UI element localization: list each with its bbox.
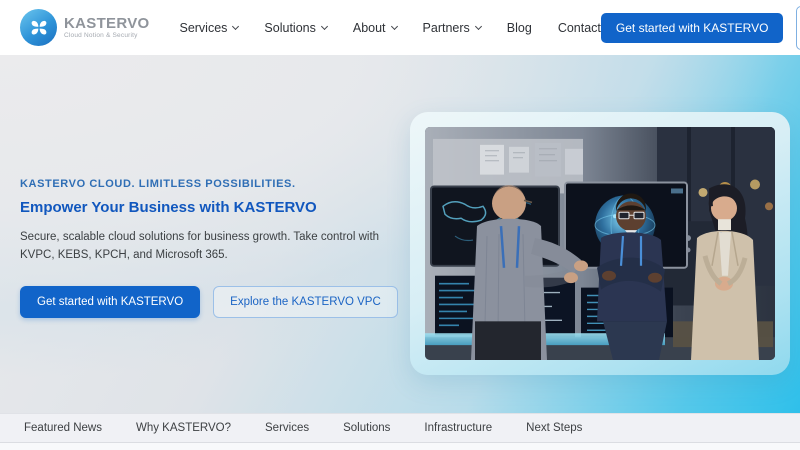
hero-title: Empower Your Business with KASTERVO xyxy=(20,199,398,216)
top-navbar: KASTERVO Cloud Notion & Security Service… xyxy=(0,0,800,55)
hero-eyebrow: KASTERVO CLOUD. LIMITLESS POSSIBILITIES. xyxy=(20,178,398,190)
footer-strip xyxy=(0,442,800,450)
section-subnav: Featured News Why KASTERVO? Services Sol… xyxy=(0,413,800,442)
nav-services[interactable]: Services xyxy=(179,21,238,35)
chevron-down-icon xyxy=(232,22,239,29)
nav-about[interactable]: About xyxy=(353,21,397,35)
subnav-featured-news[interactable]: Featured News xyxy=(24,422,102,434)
kastervo-logo-icon xyxy=(20,9,57,46)
get-started-button[interactable]: Get started with KASTERVO xyxy=(601,13,784,43)
hero-explore-vpc-button[interactable]: Explore the KASTERVO VPC xyxy=(213,286,398,318)
subnav-why-kastervo[interactable]: Why KASTERVO? xyxy=(136,422,231,434)
chevron-down-icon xyxy=(321,22,328,29)
brand-logo[interactable]: KASTERVO Cloud Notion & Security xyxy=(20,9,149,46)
hero-photo-team-monitoring-room xyxy=(425,127,775,360)
subnav-next-steps[interactable]: Next Steps xyxy=(526,422,582,434)
chevron-down-icon xyxy=(390,22,397,29)
subnav-services[interactable]: Services xyxy=(265,422,309,434)
nav-blog[interactable]: Blog xyxy=(507,21,532,35)
sign-in-button[interactable]: Sign In xyxy=(796,6,800,50)
hero-get-started-button[interactable]: Get started with KASTERVO xyxy=(20,286,200,318)
main-nav: Services Solutions About Partners Blog C… xyxy=(179,21,600,35)
nav-solutions[interactable]: Solutions xyxy=(264,21,326,35)
subnav-infrastructure[interactable]: Infrastructure xyxy=(424,422,492,434)
hero-description: Secure, scalable cloud solutions for bus… xyxy=(20,229,380,265)
brand-name: KASTERVO xyxy=(64,16,149,31)
chevron-down-icon xyxy=(475,22,482,29)
butterfly-shield-icon xyxy=(26,15,52,41)
nav-partners[interactable]: Partners xyxy=(423,21,481,35)
nav-contact[interactable]: Contact xyxy=(558,21,601,35)
brand-tagline: Cloud Notion & Security xyxy=(64,33,149,40)
hero-image-card xyxy=(410,112,790,375)
hero-section: KASTERVO CLOUD. LIMITLESS POSSIBILITIES.… xyxy=(0,55,800,413)
subnav-solutions[interactable]: Solutions xyxy=(343,422,390,434)
